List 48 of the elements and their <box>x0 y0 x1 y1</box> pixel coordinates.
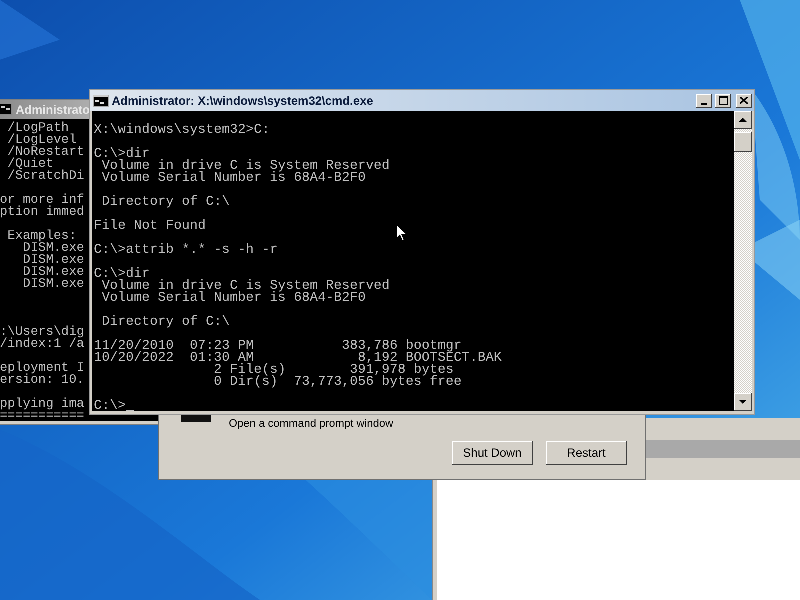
mouse-pointer-icon <box>396 224 408 242</box>
console-line: DISM.exe <box>22 278 84 290</box>
console-line: :\Users\dig <box>0 326 84 338</box>
dialog-button[interactable]: Shut Down <box>452 441 533 465</box>
console-line: Volume Serial Number is 68A4-B2F0 <box>100 293 366 305</box>
console-line: Examples: <box>6 230 77 242</box>
console-line: DISM.exe <box>22 254 84 266</box>
scroll-down-button[interactable] <box>734 393 752 411</box>
dialog-button[interactable]: Restart <box>546 441 627 465</box>
maximize-button[interactable] <box>715 94 731 108</box>
console-line: /Quiet <box>6 158 54 170</box>
console-line: or more inf <box>0 194 84 206</box>
console-line: X:\windows\system32>C: <box>94 125 270 137</box>
scrollbar-track[interactable] <box>734 111 752 411</box>
console-line: Volume Serial Number is 68A4-B2F0 <box>100 173 366 185</box>
console-line: pplying ima <box>0 398 84 410</box>
window-title: Administrator: X:\windows\system32\cmd.exe <box>112 92 374 110</box>
console-line: 0 Dir(s) 73,773,056 bytes free <box>212 377 462 389</box>
console-icon <box>0 104 12 115</box>
console-line: eployment I <box>0 362 84 374</box>
close-icon <box>740 97 748 104</box>
console-line: C:\>attrib *.* -s -h -r <box>94 245 278 257</box>
console-line: ersion: 10. <box>0 374 84 386</box>
console-line: /NoRestart <box>6 146 84 158</box>
console-line: /LogPath <box>6 122 70 134</box>
scrollbar-thumb[interactable] <box>734 132 752 152</box>
scroll-up-button[interactable] <box>734 111 752 129</box>
close-button[interactable] <box>736 94 752 108</box>
console-line: Directory of C:\ <box>100 317 230 329</box>
up-arrow-icon <box>739 118 747 122</box>
minimize-button[interactable] <box>696 94 712 108</box>
console-line: /LogLevel <box>6 134 77 146</box>
console-line: ption immed <box>0 206 84 218</box>
window-title: Administrato <box>16 102 90 118</box>
console-line: C:\> <box>94 401 126 411</box>
console-line: /ScratchDi <box>6 170 84 182</box>
maximize-icon <box>718 96 728 105</box>
console-line: Directory of C:\ <box>100 197 230 209</box>
option-label[interactable]: Open a command prompt window <box>229 417 394 431</box>
console-line: DISM.exe <box>22 266 84 278</box>
minimize-icon <box>701 102 707 104</box>
console-line: File Not Found <box>94 221 206 233</box>
console-line: /index:1 /a <box>0 338 84 350</box>
console-line: DISM.exe <box>23 242 84 254</box>
console-line: =========== <box>0 410 84 421</box>
down-arrow-icon <box>739 400 747 404</box>
console-icon <box>93 94 109 106</box>
console-line: 2 File(s) 391,978 bytes <box>212 365 454 377</box>
